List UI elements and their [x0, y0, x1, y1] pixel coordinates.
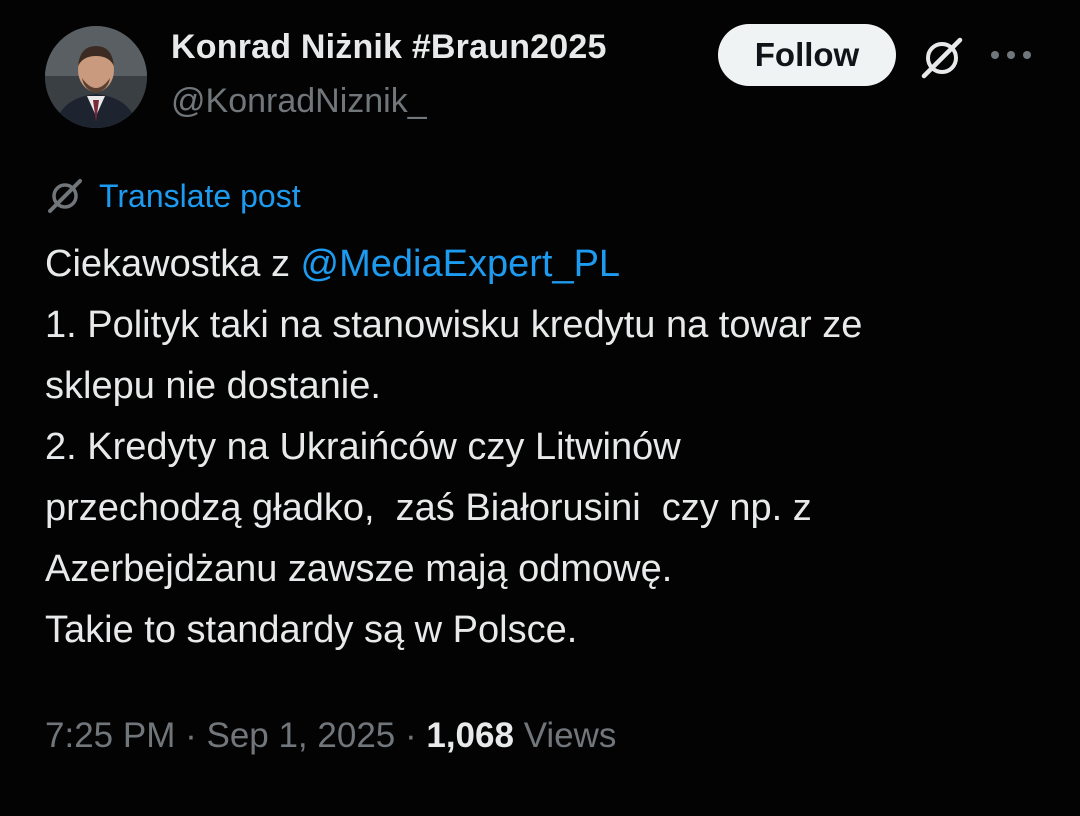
meta-separator: ·	[395, 716, 427, 755]
post-line-4: 2. Kredyty na Ukraińców czy Litwinów	[45, 426, 681, 468]
grok-icon[interactable]	[918, 34, 966, 82]
avatar[interactable]	[45, 26, 147, 128]
tweet-page: Konrad Niżnik #Braun2025 @KonradNiznik_ …	[0, 0, 1080, 816]
translate-post-link[interactable]: Translate post	[45, 172, 301, 220]
post-text: Ciekawostka z @MediaExpert_PL 1. Polityk…	[45, 234, 1045, 661]
author-handle[interactable]: @KonradNiznik_	[171, 82, 427, 121]
post-line-3: sklepu nie dostanie.	[45, 365, 381, 407]
avatar-photo	[45, 26, 147, 128]
post-line-6: Azerbejdżanu zawsze mają odmowę.	[45, 548, 673, 590]
translate-post-label: Translate post	[99, 177, 301, 214]
mention-link[interactable]: @MediaExpert_PL	[301, 243, 621, 285]
author-display-name[interactable]: Konrad Niżnik #Braun2025	[171, 28, 607, 67]
views-label: Views	[523, 716, 617, 755]
post-date[interactable]: Sep 1, 2025	[206, 716, 395, 755]
post-line-1: Ciekawostka z @MediaExpert_PL	[45, 234, 1045, 295]
more-icon[interactable]	[988, 40, 1034, 70]
post-line-2: 1. Polityk taki na stanowisku kredytu na…	[45, 304, 863, 346]
meta-separator: ·	[175, 716, 207, 755]
post-line-5: przechodzą gładko, zaś Białorusini czy n…	[45, 487, 812, 529]
post-line-1-text: Ciekawostka z	[45, 243, 301, 285]
post-time[interactable]: 7:25 PM	[45, 716, 175, 755]
follow-button[interactable]: Follow	[718, 24, 896, 86]
post-meta: 7:25 PM · Sep 1, 2025 · 1,068 Views	[45, 716, 616, 756]
post-line-7: Takie to standardy są w Polsce.	[45, 609, 578, 651]
translate-icon	[45, 176, 85, 216]
views-count[interactable]: 1,068	[426, 716, 514, 755]
